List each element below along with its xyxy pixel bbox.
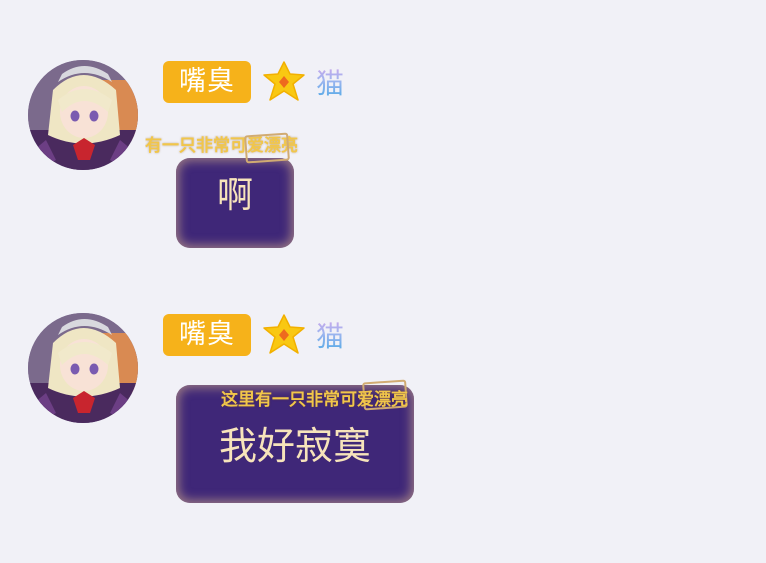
user-tag-badge: 嘴臭 [163, 314, 251, 356]
message-bubble[interactable]: 这里有一只非常可爱漂亮 我好寂寞 [176, 379, 414, 503]
avatar-anime-girl-image [28, 313, 138, 423]
star-level-icon [263, 61, 305, 101]
chat-message-list: 嘴臭 猫 有一只非常可爱漂亮 啊 嘴臭 猫 这里有一只非常可爱漂亮 我好寂寞 [0, 0, 766, 563]
bubble-decoration-text: 有一只非常可爱漂亮 [145, 136, 298, 156]
avatar[interactable] [28, 60, 138, 170]
bubble-ornament [244, 132, 290, 164]
user-tag-badge: 嘴臭 [163, 61, 251, 103]
avatar[interactable] [28, 313, 138, 423]
bubble-decoration-text: 这里有一只非常可爱漂亮 [221, 390, 408, 410]
username[interactable]: 猫 [316, 64, 344, 104]
message-bubble[interactable]: 啊 [176, 132, 294, 248]
message-text: 我好寂寞 [218, 424, 371, 468]
star-level-icon [263, 314, 305, 354]
username[interactable]: 猫 [316, 317, 344, 357]
avatar-anime-girl-image [28, 60, 138, 170]
message-text: 啊 [216, 175, 253, 216]
